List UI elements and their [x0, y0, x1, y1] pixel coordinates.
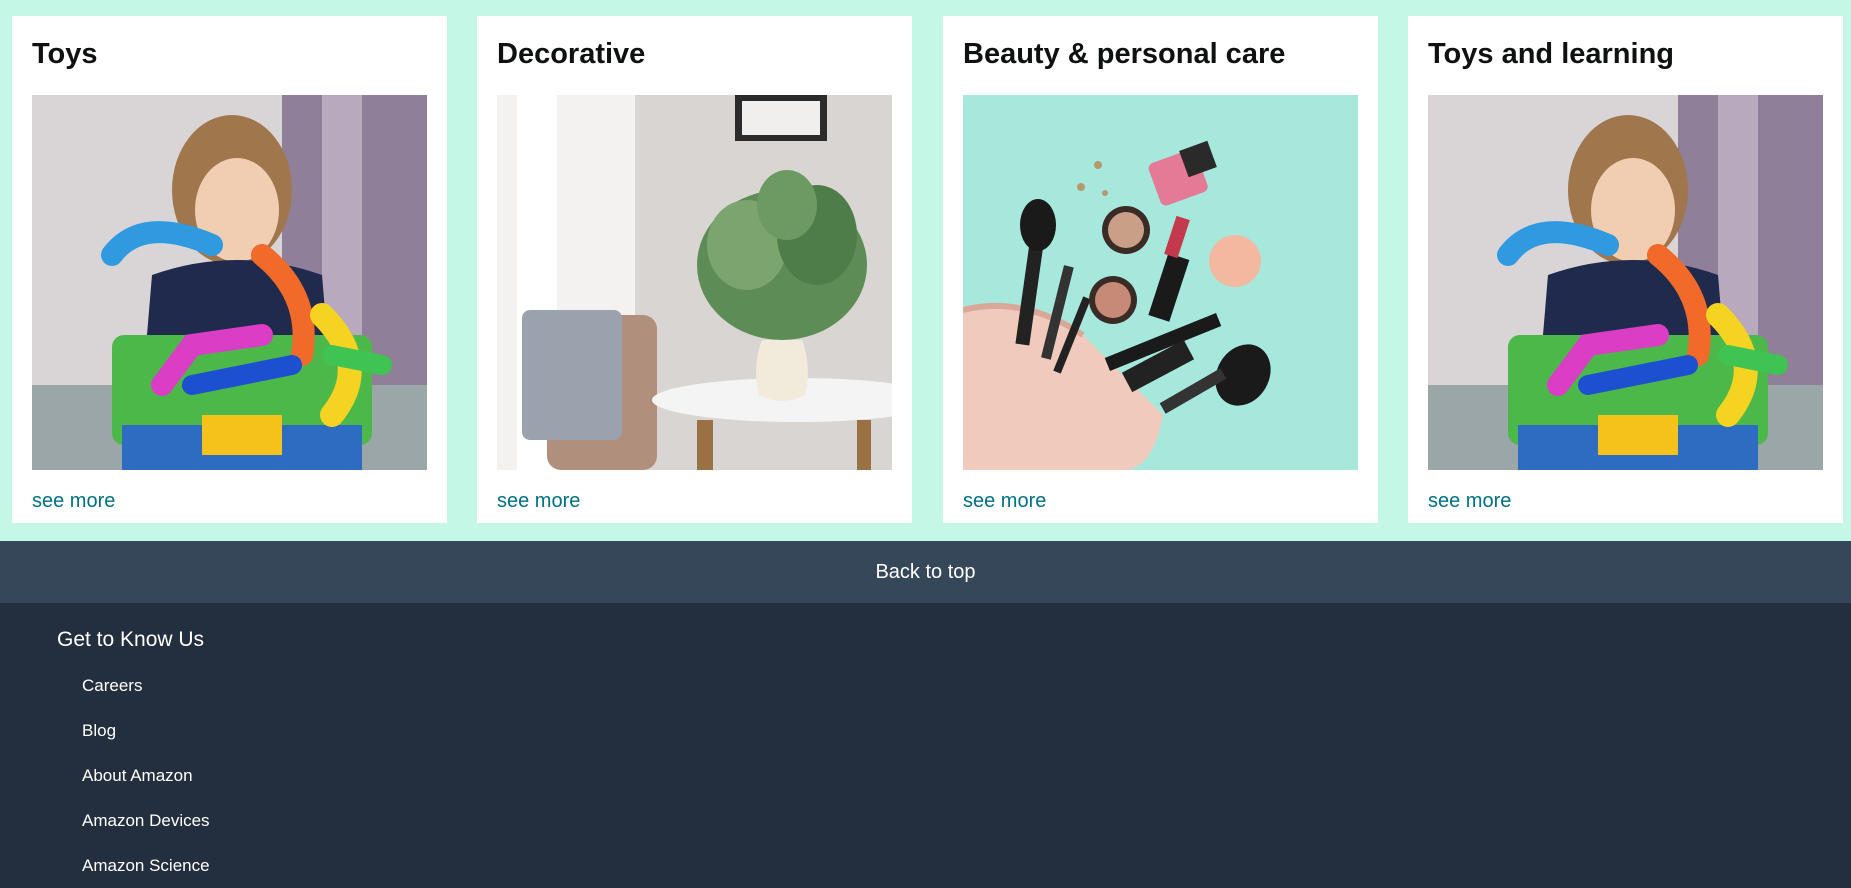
- back-to-top-button[interactable]: Back to top: [0, 541, 1851, 603]
- see-more-link[interactable]: see more: [1428, 490, 1511, 513]
- card-title: Decorative: [497, 38, 646, 70]
- card-image-toys[interactable]: [32, 95, 427, 470]
- footer-link-item: Amazon Science: [82, 856, 210, 888]
- card-title: Toys and learning: [1428, 38, 1675, 70]
- plant-vase-image: [497, 95, 892, 470]
- category-card-beauty: Beauty & personal care see more: [943, 16, 1378, 523]
- category-card-decorative: Decorative see more: [477, 16, 912, 523]
- card-image-decorative[interactable]: [497, 95, 892, 470]
- footer-link-careers[interactable]: Careers: [82, 676, 142, 695]
- card-title: Beauty & personal care: [963, 38, 1286, 70]
- footer-link-blog[interactable]: Blog: [82, 721, 116, 740]
- makeup-image: [963, 95, 1358, 470]
- child-playing-image: [32, 95, 427, 470]
- see-more-link[interactable]: see more: [32, 490, 115, 513]
- footer-link-amazon-science[interactable]: Amazon Science: [82, 856, 210, 875]
- category-card-toys-and-learning: Toys and learning see more: [1408, 16, 1843, 523]
- footer-link-item: Blog: [82, 721, 210, 766]
- see-more-link[interactable]: see more: [963, 490, 1046, 513]
- footer: Get to Know Us Careers Blog About Amazon…: [0, 603, 1851, 888]
- footer-link-item: Careers: [82, 676, 210, 721]
- card-image-toys-and-learning[interactable]: [1428, 95, 1823, 470]
- category-cards-row: Toys see more Decorative see more Beauty…: [0, 0, 1851, 541]
- footer-link-amazon-devices[interactable]: Amazon Devices: [82, 811, 210, 830]
- footer-links: Careers Blog About Amazon Amazon Devices…: [82, 676, 210, 888]
- card-title: Toys: [32, 38, 98, 70]
- category-card-toys: Toys see more: [12, 16, 447, 523]
- footer-link-about-amazon[interactable]: About Amazon: [82, 766, 193, 785]
- footer-link-item: About Amazon: [82, 766, 210, 811]
- see-more-link[interactable]: see more: [497, 490, 580, 513]
- footer-link-item: Amazon Devices: [82, 811, 210, 856]
- child-playing-image: [1428, 95, 1823, 470]
- card-image-beauty[interactable]: [963, 95, 1358, 470]
- footer-heading: Get to Know Us: [57, 628, 205, 651]
